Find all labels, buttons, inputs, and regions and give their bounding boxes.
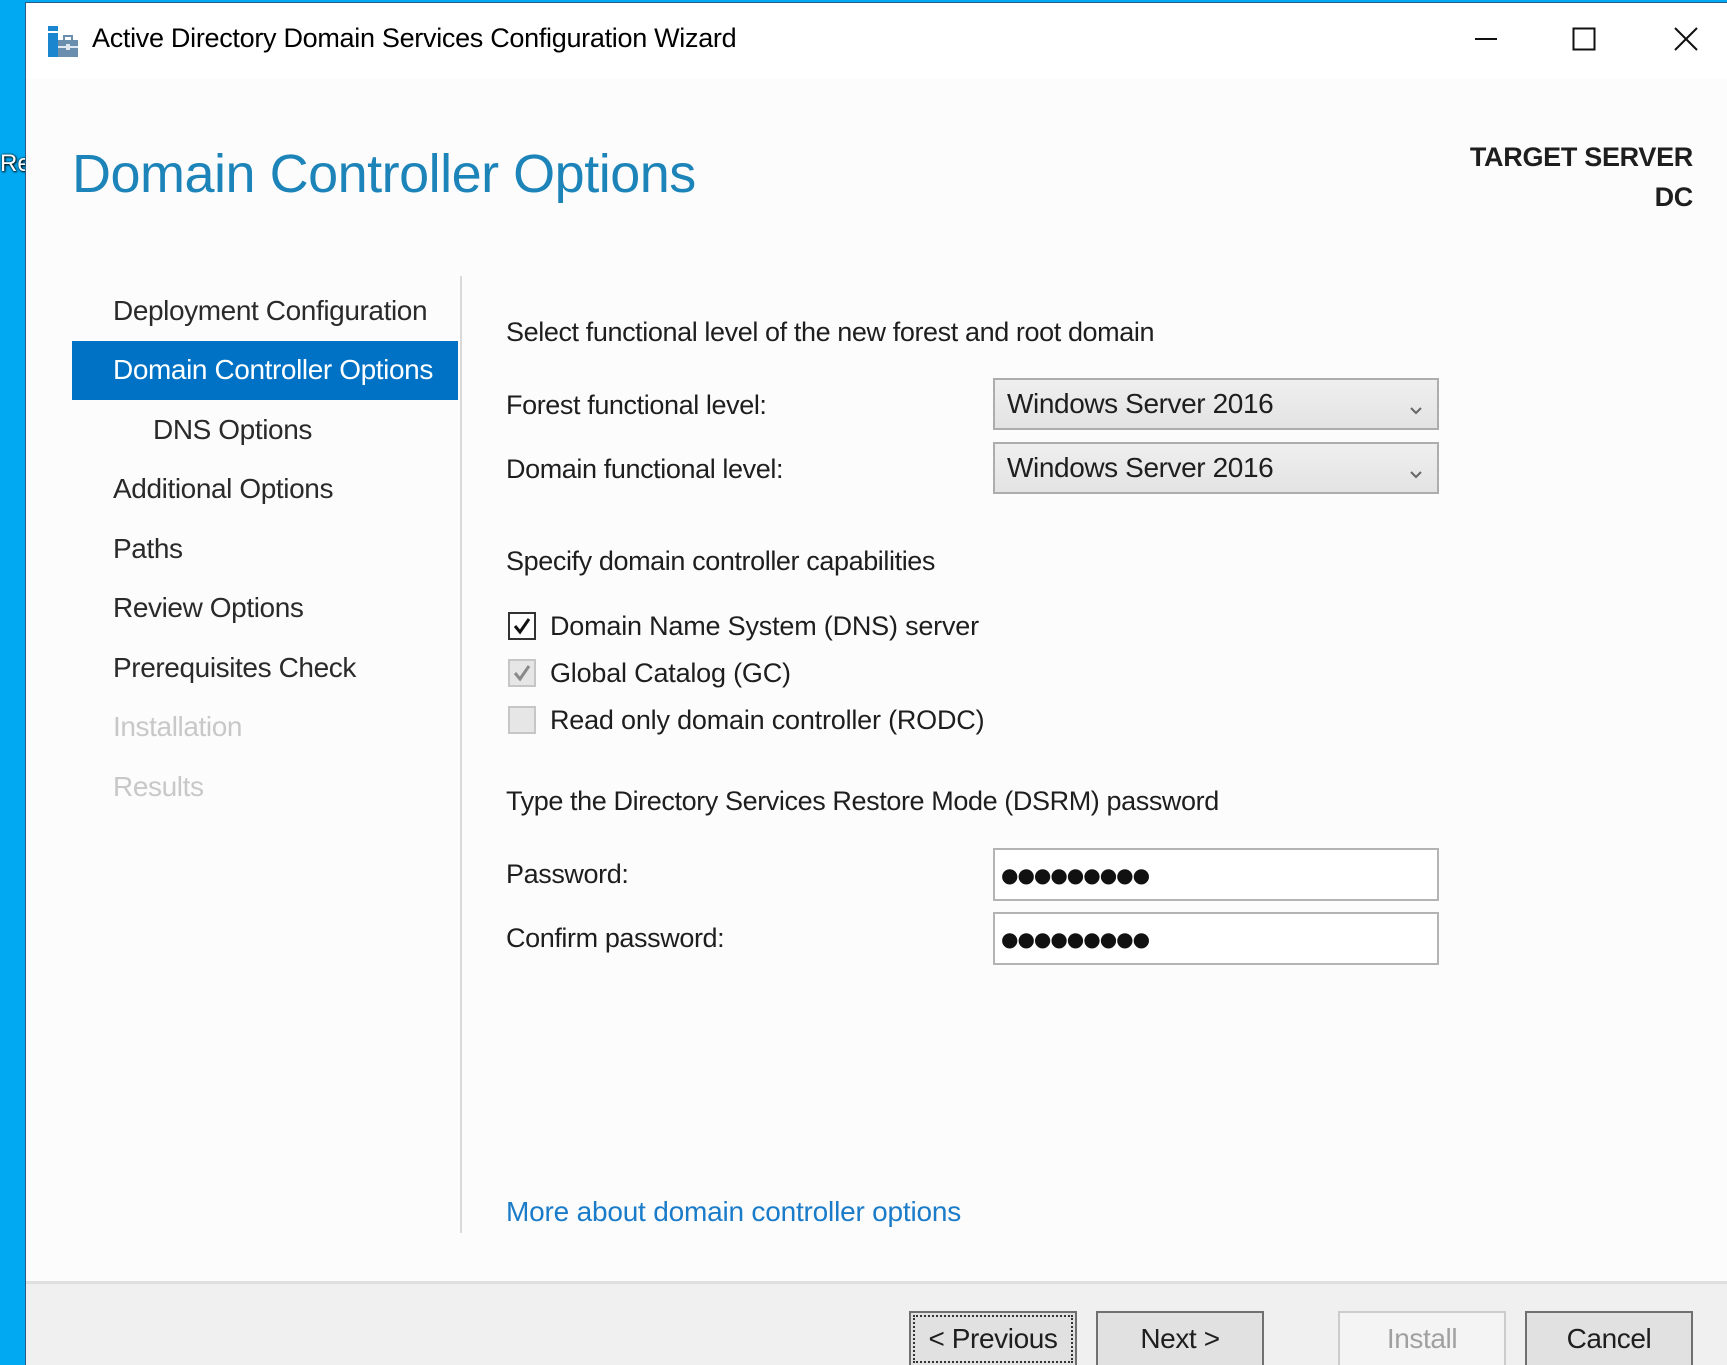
cancel-button[interactable]: Cancel — [1525, 1311, 1693, 1365]
window-title: Active Directory Domain Services Configu… — [92, 23, 737, 53]
desktop-icon-label: Re — [0, 150, 25, 177]
close-icon — [1673, 26, 1699, 56]
password-input[interactable]: ●●●●●●●●● — [993, 848, 1439, 901]
wizard-footer: < Previous Next > Install Cancel — [26, 1281, 1727, 1365]
checkmark-icon — [513, 665, 531, 682]
nav-item-results: Results — [72, 757, 458, 817]
nav-item-label: Domain Controller Options — [113, 354, 433, 386]
page-title: Domain Controller Options — [72, 144, 696, 204]
domain-functional-level-dropdown[interactable]: Windows Server 2016 — [993, 442, 1439, 494]
wizard-window: Active Directory Domain Services Configu… — [25, 2, 1727, 1365]
forest-level-value: Windows Server 2016 — [1007, 388, 1274, 419]
nav-item-label: Paths — [113, 532, 183, 564]
nav-item-additional-options[interactable]: Additional Options — [72, 460, 458, 520]
confirm-password-input[interactable]: ●●●●●●●●● — [993, 912, 1439, 965]
target-server-label: TARGET SERVER — [1469, 142, 1693, 172]
nav-item-label: Additional Options — [113, 473, 334, 505]
maximize-button[interactable] — [1534, 3, 1634, 79]
nav-item-deployment-configuration[interactable]: Deployment Configuration — [72, 281, 458, 341]
nav-item-label: Results — [113, 770, 204, 802]
global-catalog-checkbox-row: Global Catalog (GC) — [508, 653, 791, 693]
confirm-password-label: Confirm password: — [506, 923, 725, 953]
domain-level-label: Domain functional level: — [506, 454, 784, 484]
title-bar[interactable]: Active Directory Domain Services Configu… — [26, 3, 1727, 79]
nav-item-label: Deployment Configuration — [113, 294, 428, 326]
nav-item-domain-controller-options[interactable]: Domain Controller Options — [72, 340, 458, 400]
chevron-down-icon — [1409, 393, 1423, 415]
nav-item-review-options[interactable]: Review Options — [72, 579, 458, 639]
nav-item-label: Review Options — [113, 592, 304, 624]
dns-server-checkbox-row[interactable]: Domain Name System (DNS) server — [508, 606, 979, 646]
more-about-dc-options-link[interactable]: More about domain controller options — [506, 1196, 961, 1228]
functional-level-heading: Select functional level of the new fores… — [506, 317, 1155, 347]
sidebar-divider — [460, 276, 462, 1233]
nav-item-label: Prerequisites Check — [113, 651, 356, 683]
nav-item-label: Installation — [113, 711, 243, 743]
nav-item-label: DNS Options — [153, 413, 312, 445]
dsrm-heading: Type the Directory Services Restore Mode… — [506, 786, 1219, 816]
domain-level-value: Windows Server 2016 — [1007, 452, 1274, 483]
nav-item-paths[interactable]: Paths — [72, 519, 458, 579]
close-button[interactable] — [1636, 3, 1727, 79]
minimize-button[interactable] — [1436, 3, 1536, 79]
global-catalog-checkbox — [508, 659, 536, 687]
next-button[interactable]: Next > — [1096, 1311, 1264, 1365]
global-catalog-label: Global Catalog (GC) — [550, 657, 791, 688]
nav-item-dns-options[interactable]: DNS Options — [72, 400, 458, 460]
install-button: Install — [1338, 1311, 1506, 1365]
nav-item-prerequisites-check[interactable]: Prerequisites Check — [72, 638, 458, 698]
password-label: Password: — [506, 859, 629, 889]
minimize-icon — [1474, 27, 1498, 55]
chevron-down-icon — [1409, 457, 1423, 479]
server-toolbox-icon — [46, 26, 80, 58]
nav-item-installation: Installation — [72, 698, 458, 758]
forest-level-label: Forest functional level: — [506, 390, 767, 420]
target-server-info: TARGET SERVER DC — [1470, 137, 1693, 217]
rodc-checkbox — [508, 706, 536, 734]
rodc-label: Read only domain controller (RODC) — [550, 704, 985, 735]
rodc-checkbox-row: Read only domain controller (RODC) — [508, 700, 985, 740]
dns-server-label: Domain Name System (DNS) server — [550, 610, 979, 641]
wizard-steps-nav: Deployment Configuration Domain Controll… — [72, 281, 458, 817]
previous-button[interactable]: < Previous — [909, 1311, 1077, 1365]
target-server-name: DC — [1654, 182, 1694, 212]
dns-server-checkbox[interactable] — [508, 612, 536, 640]
capabilities-heading: Specify domain controller capabilities — [506, 546, 936, 576]
forest-functional-level-dropdown[interactable]: Windows Server 2016 — [993, 378, 1439, 430]
checkmark-icon — [513, 618, 531, 635]
maximize-icon — [1572, 27, 1596, 55]
